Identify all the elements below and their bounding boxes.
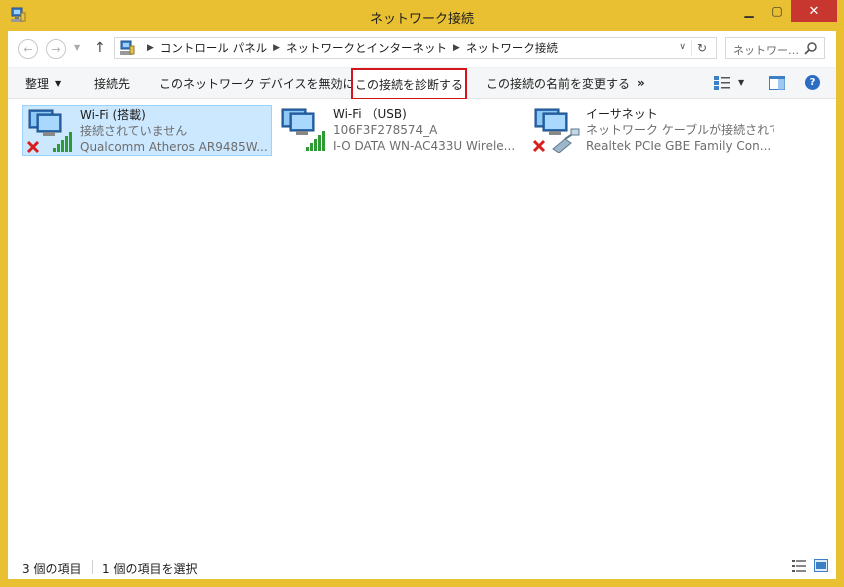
- connection-item-ethernet[interactable]: イーサネット ネットワーク ケーブルが接続されていま... Realtek PC…: [529, 105, 779, 156]
- breadcrumb-separator-icon[interactable]: ▶: [273, 43, 280, 53]
- search-icon[interactable]: [804, 41, 818, 55]
- diagnose-connection-button[interactable]: この接続を診断する: [351, 68, 467, 100]
- connection-device: Realtek PCIe GBE Family Con...: [586, 139, 772, 153]
- search-box[interactable]: ネットワー…: [725, 37, 825, 59]
- help-icon[interactable]: ?: [805, 75, 820, 90]
- address-history-dropdown-icon[interactable]: ∨: [679, 42, 686, 52]
- status-divider: [92, 560, 93, 574]
- breadcrumb-network-connections[interactable]: ネットワーク接続: [466, 40, 558, 56]
- more-commands-button[interactable]: »: [637, 68, 645, 98]
- recent-locations-dropdown-icon[interactable]: ▼: [74, 43, 80, 52]
- breadcrumb-network-and-internet[interactable]: ネットワークとインターネット: [286, 40, 447, 56]
- title-bar[interactable]: ネットワーク接続 ▁ ▢ ✕: [0, 0, 844, 32]
- forward-arrow-icon: →: [51, 42, 61, 56]
- organize-label: 整理: [25, 76, 50, 91]
- refresh-button[interactable]: ↻: [691, 40, 712, 56]
- rename-connection-button[interactable]: この接続の名前を変更する: [486, 68, 630, 98]
- connection-text: Wi-Fi (搭載) 接続されていません Qualcomm Atheros AR…: [80, 107, 268, 155]
- breadcrumb-separator-icon[interactable]: ▶: [147, 43, 154, 53]
- connection-status: 接続されていません: [80, 124, 188, 138]
- connection-text: イーサネット ネットワーク ケーブルが接続されていま... Realtek PC…: [586, 106, 774, 154]
- up-arrow-icon[interactable]: ↑: [94, 40, 106, 56]
- command-bar: 整理 ▼ 接続先 このネットワーク デバイスを無効にする この接続を診断する こ…: [8, 67, 836, 100]
- breadcrumb-control-panel[interactable]: コントロール パネル: [160, 40, 267, 56]
- connection-device: Qualcomm Atheros AR9485W...: [80, 140, 268, 154]
- disable-device-button[interactable]: このネットワーク デバイスを無効にする: [159, 68, 379, 98]
- preview-pane-icon[interactable]: [769, 76, 785, 90]
- refresh-icon: ↻: [696, 41, 708, 55]
- window-title: ネットワーク接続: [369, 12, 474, 27]
- breadcrumb-separator-icon[interactable]: ▶: [453, 43, 460, 53]
- window: ネットワーク接続 ▁ ▢ ✕ ← → ▼ ↑ ▶ コントロール パネル ▶ ネッ…: [0, 0, 844, 587]
- details-view-icon[interactable]: [792, 560, 806, 572]
- chevron-down-icon: ▼: [55, 78, 62, 88]
- maximize-icon: ▢: [771, 4, 783, 18]
- connection-name: イーサネット: [586, 107, 658, 121]
- connections-list: Wi-Fi (搭載) 接続されていません Qualcomm Atheros AR…: [8, 99, 836, 549]
- connect-to-button[interactable]: 接続先: [94, 68, 130, 98]
- connection-item-wifi-builtin[interactable]: Wi-Fi (搭載) 接続されていません Qualcomm Atheros AR…: [22, 105, 272, 156]
- status-bar: 3 個の項目 1 個の項目を選択: [8, 553, 836, 579]
- selected-count: 1 個の項目を選択: [102, 562, 198, 576]
- item-count: 3 個の項目: [22, 562, 82, 576]
- close-icon: ✕: [808, 3, 820, 19]
- address-bar[interactable]: ▶ コントロール パネル ▶ ネットワークとインターネット ▶ ネットワーク接続…: [114, 37, 717, 59]
- navigation-bar: ← → ▼ ↑ ▶ コントロール パネル ▶ ネットワークとインターネット ▶ …: [8, 31, 836, 67]
- wifi-adapter-disconnected-icon: [26, 109, 72, 154]
- connection-name: Wi-Fi (搭載): [80, 108, 146, 122]
- connection-device: I-O DATA WN-AC433U Wirele...: [333, 139, 516, 153]
- connection-status: ネットワーク ケーブルが接続されていま...: [586, 123, 774, 137]
- connection-name: Wi-Fi （USB): [333, 107, 407, 121]
- connection-text: Wi-Fi （USB) 106F3F278574_A I-O DATA WN-A…: [333, 106, 521, 154]
- maximize-button[interactable]: ▢: [763, 0, 791, 22]
- change-view-icon[interactable]: [714, 76, 730, 90]
- minimize-button[interactable]: ▁: [735, 0, 763, 22]
- ethernet-adapter-disconnected-icon: [532, 108, 580, 153]
- back-arrow-icon: ←: [23, 42, 33, 56]
- view-options-dropdown-icon[interactable]: ▼: [738, 78, 744, 87]
- connection-status: 106F3F278574_A: [333, 123, 438, 137]
- close-button[interactable]: ✕: [791, 0, 837, 22]
- connection-item-wifi-usb[interactable]: Wi-Fi （USB) 106F3F278574_A I-O DATA WN-A…: [276, 105, 526, 156]
- minimize-icon: ▁: [744, 4, 754, 18]
- organize-menu-button[interactable]: 整理 ▼: [25, 68, 61, 98]
- tiles-view-icon[interactable]: [814, 559, 828, 572]
- search-input[interactable]: ネットワー…: [733, 42, 799, 58]
- back-button[interactable]: ←: [18, 39, 38, 59]
- forward-button[interactable]: →: [46, 39, 66, 59]
- network-connections-location-icon: [120, 40, 135, 55]
- explorer-body: ← → ▼ ↑ ▶ コントロール パネル ▶ ネットワークとインターネット ▶ …: [8, 31, 836, 579]
- wifi-adapter-icon: [281, 108, 325, 151]
